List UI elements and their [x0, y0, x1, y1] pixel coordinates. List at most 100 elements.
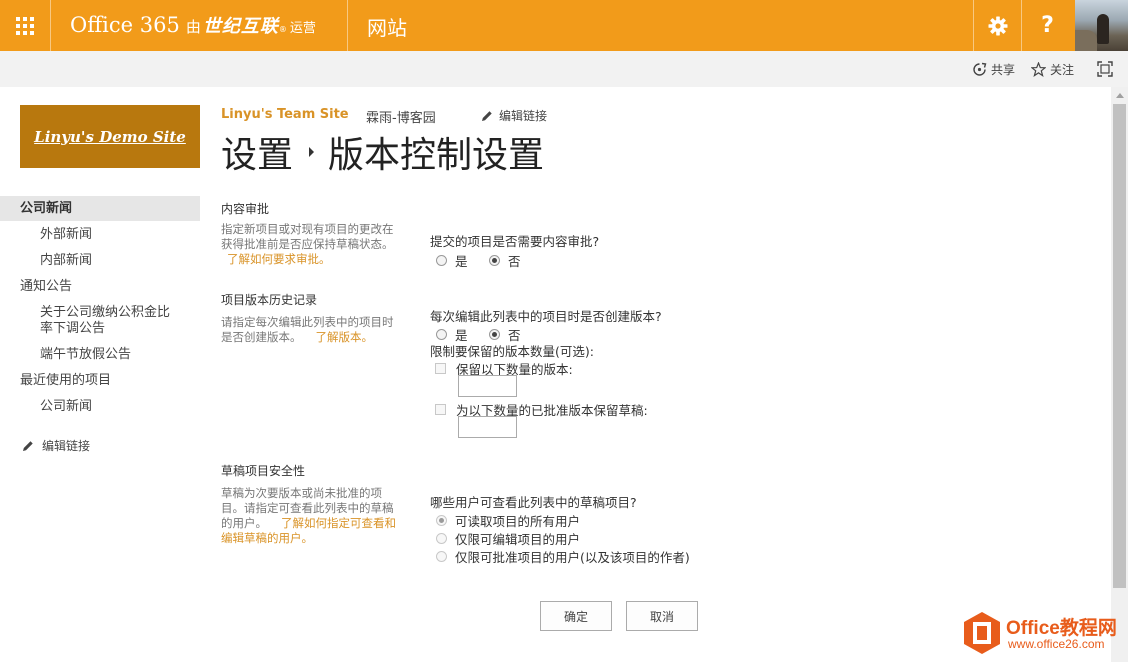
nav-item-recent-company-news[interactable]: 公司新闻 [40, 399, 92, 415]
brand-logo[interactable]: Office 365 由 世纪互联 ® 运营 [70, 12, 316, 40]
suite-bar: Office 365 由 世纪互联 ® 运营 网站 ? [0, 0, 1128, 51]
content-approval-desc: 指定新项目或对现有项目的更改在 获得批准前是否应保持草稿状态。 了解如何要求审批… [221, 222, 407, 267]
scroll-up-button[interactable] [1111, 87, 1128, 103]
content-approval-yes[interactable]: 是 [436, 251, 468, 270]
version-history-yes-radio[interactable] [436, 329, 447, 340]
settings-button[interactable] [973, 0, 1021, 51]
pencil-icon [23, 441, 33, 451]
scrollbar-thumb[interactable] [1113, 104, 1126, 588]
content-approval-yes-label: 是 [455, 254, 468, 269]
nav-edit-links-label: 编辑链接 [42, 439, 91, 453]
user-avatar[interactable] [1075, 0, 1128, 51]
site-logo-text: Linyu's Demo Site [34, 127, 186, 146]
draft-security-learn-link-1[interactable]: 了解如何指定可查看和 [281, 516, 396, 530]
triangle-up-icon [1115, 92, 1124, 98]
nav-item-company-news[interactable]: 公司新闻 [20, 201, 72, 217]
keep-versions-input[interactable] [458, 375, 517, 397]
content-approval-desc-line2: 获得批准前是否应保持草稿状态。 [221, 237, 394, 251]
content-approval-question: 提交的项目是否需要内容审批? [430, 234, 600, 249]
version-history-desc-line2: 是否创建版本。 [221, 330, 302, 344]
keep-drafts-checkbox[interactable] [435, 404, 446, 415]
pencil-icon [482, 110, 492, 121]
share-icon [973, 62, 987, 76]
app-launcher-button[interactable] [0, 0, 51, 51]
version-history-learn-link[interactable]: 了解版本。 [316, 330, 374, 344]
focus-content-button[interactable] [1097, 61, 1117, 77]
breadcrumb-arrow-icon [309, 147, 315, 157]
share-label: 共享 [991, 63, 1016, 77]
content-approval-learn-link[interactable]: 了解如何要求审批。 [227, 252, 331, 266]
watermark-url: www.office26.com [1008, 637, 1105, 651]
nav-item-recent[interactable]: 最近使用的项目 [20, 373, 111, 389]
watermark-title: Office教程网 [1006, 618, 1117, 639]
keep-drafts-input[interactable] [458, 416, 517, 438]
content-approval-no[interactable]: 否 [489, 251, 521, 270]
draft-option-editors[interactable]: 仅限可编辑项目的用户 [436, 529, 580, 548]
blog-link[interactable]: 霖雨-博客园 [366, 107, 436, 126]
draft-security-title: 草稿项目安全性 [221, 464, 306, 478]
draft-option-approvers-radio[interactable] [436, 551, 447, 562]
help-button[interactable]: ? [1021, 0, 1073, 51]
star-icon [1031, 62, 1046, 77]
content-approval-no-radio[interactable] [489, 255, 500, 266]
brand-registered: ® [278, 25, 287, 34]
draft-option-approvers[interactable]: 仅限可批准项目的用户(以及该项目的作者) [436, 547, 690, 566]
brand-office: Office 365 [70, 13, 180, 37]
waffle-icon [16, 16, 34, 35]
page-title-settings[interactable]: 设置 [221, 126, 293, 178]
follow-button[interactable]: 关注 [1031, 61, 1074, 78]
draft-security-desc: 草稿为次要版本或尚未批准的项 目。请指定可查看此列表中的草稿 的用户。 了解如何指… [221, 486, 407, 546]
version-history-question: 每次编辑此列表中的项目时是否创建版本? [430, 309, 662, 324]
version-history-desc: 请指定每次编辑此列表中的项目时 是否创建版本。 了解版本。 [221, 315, 407, 345]
draft-option-editors-radio[interactable] [436, 533, 447, 544]
draft-security-learn-link-2[interactable]: 编辑草稿的用户。 [221, 531, 313, 545]
nav-item-internal-news[interactable]: 内部新闻 [40, 253, 92, 269]
focus-mode-icon [1097, 61, 1113, 77]
share-button[interactable]: 共享 [972, 61, 1015, 78]
draft-security-desc-line3: 的用户。 [221, 516, 267, 530]
page-title-current: 版本控制设置 [328, 135, 545, 176]
nav-item-dragon-boat-notice[interactable]: 端午节放假公告 [40, 347, 131, 363]
content-approval-no-label: 否 [508, 254, 521, 269]
draft-security-question: 哪些用户可查看此列表中的草稿项目? [430, 495, 637, 510]
ok-button[interactable]: 确定 [540, 601, 612, 631]
edit-links-label: 编辑链接 [499, 109, 548, 123]
content-approval-title: 内容审批 [221, 202, 270, 216]
draft-option-editors-label: 仅限可编辑项目的用户 [455, 532, 581, 547]
nav-item-fund-notice-line1[interactable]: 关于公司缴纳公积金比 [40, 305, 170, 321]
draft-option-readers[interactable]: 可读取项目的所有用户 [436, 511, 580, 530]
page-title: 设置 版本控制设置 [221, 126, 544, 178]
draft-option-readers-radio[interactable] [436, 515, 447, 526]
follow-label: 关注 [1050, 63, 1075, 77]
draft-option-approvers-label: 仅限可批准项目的用户(以及该项目的作者) [455, 550, 690, 565]
site-logo[interactable]: Linyu's Demo Site [20, 105, 200, 168]
brand-21vianet: 世纪互联 [202, 16, 279, 37]
version-history-title: 项目版本历史记录 [221, 293, 318, 307]
nav-edit-links[interactable]: 编辑链接 [22, 438, 90, 454]
page-actions-bar: 共享 关注 [0, 51, 1128, 87]
draft-option-readers-label: 可读取项目的所有用户 [455, 514, 581, 529]
nav-item-external-news[interactable]: 外部新闻 [40, 227, 92, 243]
version-history-desc-line1: 请指定每次编辑此列表中的项目时 [221, 315, 394, 329]
cancel-button[interactable]: 取消 [626, 601, 698, 631]
app-title[interactable]: 网站 [367, 12, 407, 41]
brand-by: 由 [185, 18, 201, 36]
draft-security-desc-line2: 目。请指定可查看此列表中的草稿 [221, 501, 394, 515]
office-logo-icon [964, 612, 1000, 654]
keep-versions-checkbox[interactable] [435, 363, 446, 374]
version-history-no-radio[interactable] [489, 329, 500, 340]
content-approval-yes-radio[interactable] [436, 255, 447, 266]
avatar-photo-rock [1075, 30, 1097, 51]
gear-icon [988, 16, 1007, 35]
team-site-link[interactable]: Linyu's Team Site [221, 107, 349, 122]
brand-divider [347, 0, 348, 51]
brand-operated: 运营 [289, 21, 316, 36]
avatar-photo-figure [1097, 14, 1109, 44]
nav-item-announcements[interactable]: 通知公告 [20, 279, 72, 295]
content-approval-desc-line1: 指定新项目或对现有项目的更改在 [221, 222, 394, 236]
watermark: Office教程网 www.office26.com [962, 611, 1117, 657]
nav-item-fund-notice-line2[interactable]: 率下调公告 [40, 321, 105, 337]
version-limit-label: 限制要保留的版本数量(可选): [430, 344, 594, 359]
edit-links-top[interactable]: 编辑链接 [481, 107, 547, 124]
draft-security-desc-line1: 草稿为次要版本或尚未批准的项 [221, 486, 382, 500]
